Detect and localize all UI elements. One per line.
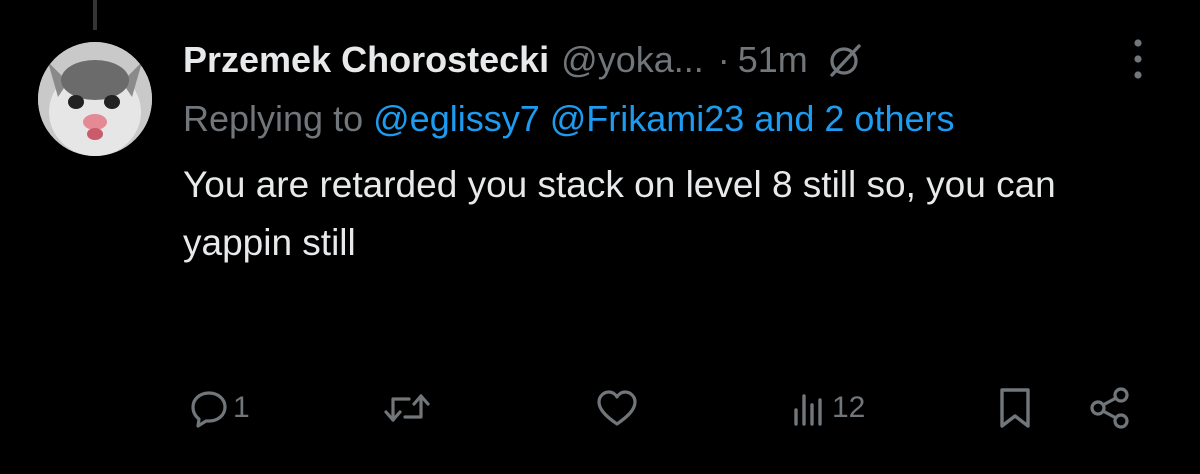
separator-dot: ·	[717, 39, 730, 80]
reply-mention-eglissy7[interactable]: @eglissy7	[373, 98, 540, 139]
replying-to-label: Replying to	[183, 98, 364, 139]
views-icon	[788, 388, 828, 428]
tweet-body: Przemek Chorostecki @yoka... · 51m Reply…	[183, 32, 1173, 272]
retweet-icon	[383, 388, 431, 428]
action-bar: 1 12	[183, 384, 1163, 432]
reply-count: 1	[233, 391, 250, 424]
tweet-header: Przemek Chorostecki @yoka... · 51m	[183, 32, 1173, 88]
thread-connector-line	[93, 0, 97, 30]
bookmark-icon	[995, 386, 1035, 430]
like-icon	[595, 388, 639, 428]
reply-mention-frikami23[interactable]: @Frikami23	[550, 98, 745, 139]
user-handle[interactable]: @yoka...	[561, 39, 704, 81]
share-icon	[1088, 386, 1132, 430]
reply-button[interactable]: 1	[189, 384, 250, 432]
retweet-button[interactable]	[383, 384, 435, 432]
timestamp[interactable]: 51m	[738, 39, 808, 81]
replying-to: Replying to @eglissy7 @Frikami23 and 2 o…	[183, 90, 1083, 148]
reply-others-link[interactable]: and 2 others	[754, 98, 954, 139]
more-icon[interactable]	[1133, 38, 1143, 82]
views-button[interactable]: 12	[788, 384, 865, 432]
views-count: 12	[832, 391, 866, 424]
reply-icon	[189, 388, 229, 428]
display-name[interactable]: Przemek Chorostecki	[183, 39, 549, 81]
like-button[interactable]	[595, 384, 643, 432]
share-button[interactable]	[1088, 384, 1132, 432]
grok-icon[interactable]	[828, 43, 862, 77]
avatar[interactable]	[38, 42, 152, 156]
tweet-text: You are retarded you stack on level 8 st…	[183, 164, 1056, 263]
bookmark-button[interactable]	[995, 384, 1035, 432]
